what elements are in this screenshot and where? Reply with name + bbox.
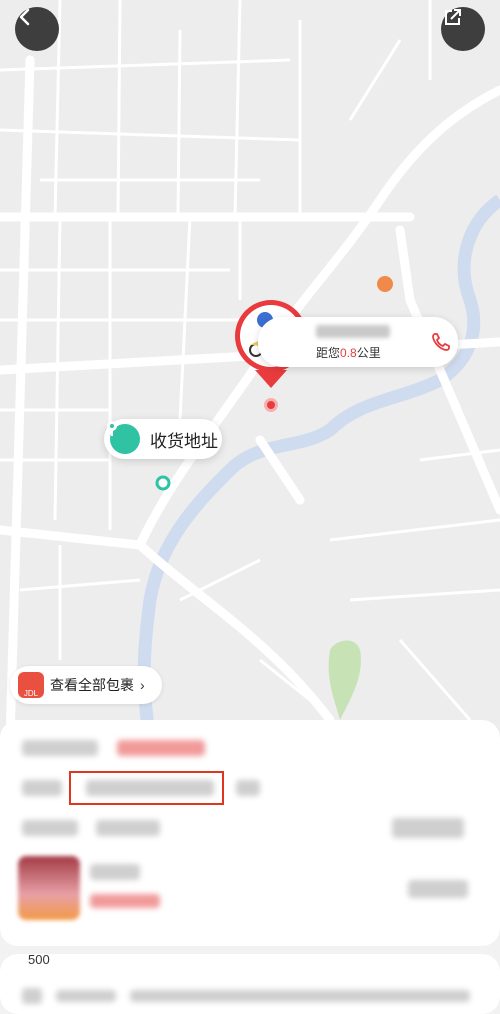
redacted-product-name xyxy=(90,864,140,880)
copy-button[interactable] xyxy=(236,780,260,796)
redacted-field xyxy=(22,820,78,836)
address-marker-label: 收货地址 xyxy=(150,431,218,451)
bottom-section: 500 xyxy=(0,952,500,1014)
courier-name-redacted xyxy=(316,325,390,338)
jdl-logo-icon: JDL xyxy=(18,672,44,698)
redacted-product-tag xyxy=(90,894,160,908)
redacted-field xyxy=(22,740,98,756)
redacted-action-button[interactable] xyxy=(392,818,464,838)
redacted-field xyxy=(22,780,62,796)
delivery-map[interactable]: 距您0.8公里 收货地址 xyxy=(0,0,500,740)
redacted-text xyxy=(56,990,116,1002)
partial-number: 500 xyxy=(28,952,50,967)
share-button[interactable] xyxy=(441,7,485,51)
location-pin-icon xyxy=(107,421,140,454)
product-thumbnail xyxy=(18,856,80,920)
courier-info-bubble[interactable]: 距您0.8公里 xyxy=(258,317,458,367)
address-marker-bubble[interactable]: 收货地址 xyxy=(104,419,222,459)
view-all-packages-label: 查看全部包裹 xyxy=(50,677,134,693)
phone-icon[interactable] xyxy=(428,329,454,355)
redacted-action-button[interactable] xyxy=(408,880,468,898)
back-button[interactable] xyxy=(15,7,59,51)
courier-distance: 距您0.8公里 xyxy=(316,346,381,360)
tracking-number-highlight xyxy=(69,771,224,805)
view-all-packages-button[interactable]: JDL 查看全部包裹 › xyxy=(10,666,162,704)
redacted-text xyxy=(130,990,470,1002)
redacted-value xyxy=(96,820,160,836)
redacted-status xyxy=(117,740,205,756)
redacted-icon xyxy=(22,988,42,1004)
chevron-right-icon: › xyxy=(140,677,145,693)
